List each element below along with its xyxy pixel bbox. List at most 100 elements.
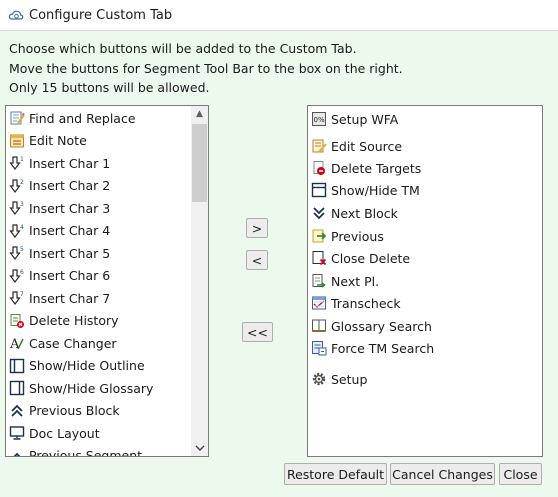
monitor-icon <box>9 425 25 441</box>
list-item-label: Transcheck <box>331 295 401 311</box>
insert-char-1-icon: 1 <box>9 155 25 171</box>
list-item[interactable]: A Case Changer <box>9 332 117 354</box>
dialog-content: Choose which buttons will be added to th… <box>0 31 558 497</box>
close-delete-icon <box>311 250 327 266</box>
list-item-label: Previous Block <box>29 403 120 418</box>
list-item-label: Case Changer <box>29 335 117 351</box>
list-item[interactable]: Show/Hide Glossary <box>9 377 153 399</box>
list-item-label: Previous <box>331 228 384 244</box>
list-item[interactable]: Close Delete <box>311 247 410 269</box>
list-item[interactable]: Doc Layout <box>9 422 100 444</box>
list-item-label: Previous Segment <box>29 448 143 457</box>
wfa-icon: 0% <box>311 111 327 127</box>
double-chevron-up-icon <box>9 403 25 419</box>
scroll-up-arrow-icon[interactable]: ▲ <box>191 106 208 122</box>
scrollbar-thumb[interactable] <box>192 124 207 202</box>
list-item-label: Next Pl. <box>331 273 380 289</box>
list-item[interactable]: Show/Hide TM <box>311 179 420 201</box>
list-item[interactable]: Next Block <box>311 202 398 224</box>
insert-char-3-icon: 3 <box>9 200 25 216</box>
svg-text:4: 4 <box>20 224 24 231</box>
delete-targets-icon <box>311 160 327 176</box>
list-item-label: Insert Char 7 <box>29 290 111 306</box>
vertical-scrollbar[interactable]: ▲ <box>191 106 208 456</box>
list-item[interactable]: Previous Segment <box>9 445 143 457</box>
list-item[interactable]: Previous Block <box>9 400 120 422</box>
window-title: Configure Custom Tab <box>29 7 173 23</box>
list-item[interactable]: Transcheck <box>311 292 401 314</box>
list-item-label: Insert Char 1 <box>29 155 111 171</box>
next-placeholder-icon <box>311 273 327 289</box>
cancel-changes-button[interactable]: Cancel Changes <box>390 463 495 485</box>
list-item[interactable]: Glossary Search <box>311 315 432 337</box>
list-item-label: Find and Replace <box>29 110 136 126</box>
list-item[interactable]: Setup <box>311 368 367 390</box>
list-item[interactable]: Next Pl. <box>311 270 379 292</box>
close-button[interactable]: Close <box>499 463 542 485</box>
list-item-label: Doc Layout <box>29 425 100 441</box>
list-item-label: Show/Hide Glossary <box>29 380 154 396</box>
list-item-label: Setup <box>331 371 368 387</box>
outline-panel-icon <box>9 358 25 374</box>
restore-default-button[interactable]: Restore Default <box>284 463 387 485</box>
list-item[interactable]: 5 Insert Char 5 <box>9 242 110 264</box>
list-item-label: Show/Hide Outline <box>29 358 145 373</box>
list-item[interactable]: 0% Setup WFA <box>311 108 398 130</box>
list-item[interactable]: 2 Insert Char 2 <box>9 175 110 197</box>
delete-history-icon <box>9 313 25 329</box>
move-right-button[interactable]: > <box>246 218 268 238</box>
insert-char-4-icon: 4 <box>9 223 25 239</box>
list-item[interactable]: Edit Note <box>9 130 87 152</box>
find-replace-icon <box>9 110 25 126</box>
list-item[interactable]: Delete Targets <box>311 157 421 179</box>
list-item[interactable]: Force TM Search <box>311 337 434 359</box>
chevron-up-icon <box>9 448 25 456</box>
move-all-left-button[interactable]: << <box>242 322 273 342</box>
list-item[interactable]: 4 Insert Char 4 <box>9 220 110 242</box>
insert-char-6-icon: 6 <box>9 268 25 284</box>
force-tm-icon <box>311 340 327 356</box>
instruction-line: Move the buttons for Segment Tool Bar to… <box>9 60 403 76</box>
svg-text:7: 7 <box>20 291 24 298</box>
svg-text:0%: 0% <box>314 116 325 124</box>
transcheck-icon <box>311 295 327 311</box>
list-item[interactable]: Previous <box>311 225 384 247</box>
list-item-label: Edit Note <box>29 133 87 148</box>
list-item[interactable]: 1 Insert Char 1 <box>9 152 110 174</box>
list-item[interactable]: Find and Replace <box>9 107 136 129</box>
svg-text:5: 5 <box>20 246 24 253</box>
svg-text:1: 1 <box>20 156 24 163</box>
list-item[interactable]: 3 Insert Char 3 <box>9 197 110 219</box>
list-item-label: Next Block <box>331 205 398 221</box>
previous-arrow-icon <box>311 228 327 244</box>
list-item-label: Delete Targets <box>331 160 422 176</box>
move-left-button[interactable]: < <box>246 250 268 270</box>
note-icon <box>9 133 25 149</box>
list-item-label: Insert Char 2 <box>29 178 111 193</box>
list-item-label: Insert Char 4 <box>29 223 111 238</box>
edit-source-icon <box>311 138 327 154</box>
list-item[interactable]: Delete History <box>9 310 119 332</box>
svg-text:6: 6 <box>20 269 24 276</box>
insert-char-5-icon: 5 <box>9 245 25 261</box>
instruction-line: Choose which buttons will be added to th… <box>9 41 357 56</box>
list-item-label: Show/Hide TM <box>331 182 420 198</box>
instructions: Choose which buttons will be added to th… <box>9 39 403 98</box>
svg-text:3: 3 <box>20 201 24 208</box>
list-item[interactable]: Edit Source <box>311 135 402 157</box>
list-item[interactable]: 6 Insert Char 6 <box>9 265 110 287</box>
list-item-label: Setup WFA <box>331 111 399 127</box>
list-item[interactable]: Show/Hide Outline <box>9 355 145 377</box>
cloud-app-icon <box>8 8 24 22</box>
glossary-panel-icon <box>9 380 25 396</box>
scroll-down-arrow-icon[interactable] <box>191 440 208 456</box>
list-item-label: Force TM Search <box>331 340 435 356</box>
list-item-label: Insert Char 3 <box>29 200 111 216</box>
list-item[interactable]: 7 Insert Char 7 <box>9 287 110 309</box>
svg-text:2: 2 <box>20 179 24 186</box>
selected-buttons-list[interactable]: 0% Setup WFA Edit Source Delete Targets Show… <box>307 105 543 457</box>
available-buttons-list[interactable]: ▲ Find and Replace Edit Note 1 Insert Char … <box>5 105 209 457</box>
list-item-label: Edit Source <box>331 138 403 154</box>
tm-panel-icon <box>311 182 327 198</box>
instruction-line: Only 15 buttons will be allowed. <box>9 80 210 95</box>
